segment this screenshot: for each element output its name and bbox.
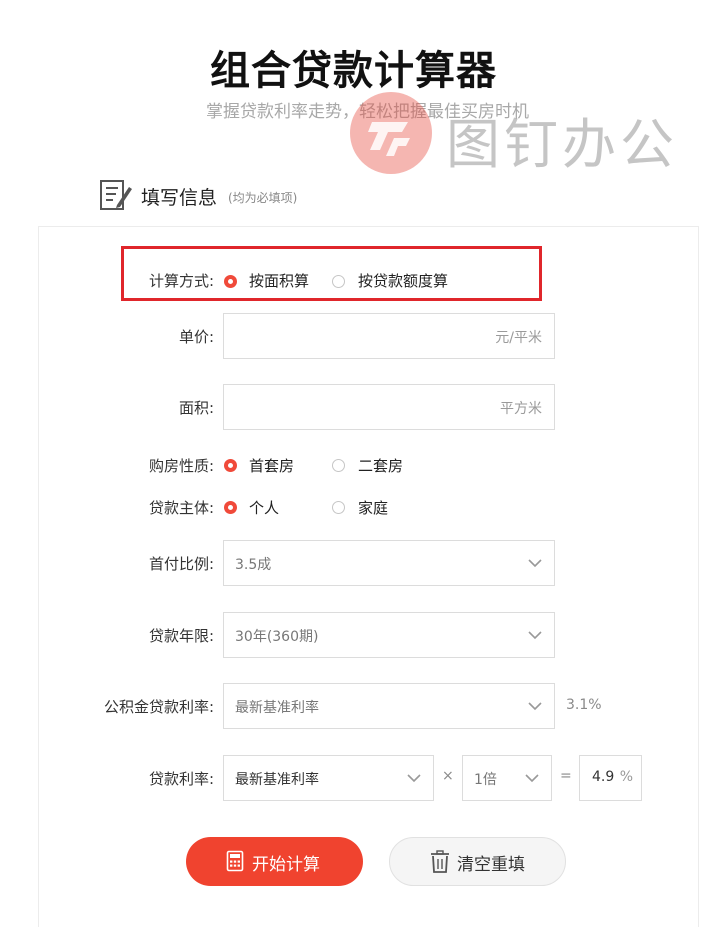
- equals-symbol: =: [560, 768, 572, 784]
- borrower-label: 贷款主体:: [148, 499, 214, 517]
- section-note: (均为必填项): [228, 191, 298, 205]
- watermark-logo-icon: [350, 92, 432, 174]
- chevron-down-icon: [407, 774, 421, 783]
- radio-by-area[interactable]: [224, 275, 237, 288]
- unit-price-label: 单价:: [178, 328, 214, 346]
- fund-rate-label: 公积金贷款利率:: [103, 698, 214, 716]
- loan-rate-result-value: 4.9: [592, 769, 615, 785]
- down-payment-value: 3.5成: [235, 557, 272, 573]
- watermark: 图钉办公: [350, 92, 700, 178]
- radio-first-home[interactable]: [224, 459, 237, 472]
- unit-price-suffix: 元/平米: [495, 330, 542, 346]
- watermark-text: 图钉办公: [446, 113, 678, 176]
- purchase-type-label: 购房性质:: [148, 457, 214, 475]
- times-symbol: ×: [442, 768, 454, 784]
- rate-multiplier-select[interactable]: 1倍: [462, 755, 552, 801]
- radio-by-loan-amount-label[interactable]: 按贷款额度算: [358, 270, 448, 291]
- calculate-button[interactable]: 开始计算: [186, 837, 363, 886]
- loan-term-label: 贷款年限:: [148, 627, 214, 645]
- area-input[interactable]: 平方米: [223, 384, 555, 430]
- unit-price-input[interactable]: 元/平米: [223, 313, 555, 359]
- chevron-down-icon: [525, 774, 539, 783]
- calculator-icon: [226, 850, 244, 872]
- radio-family-label[interactable]: 家庭: [358, 497, 388, 518]
- rate-multiplier-value: 1倍: [474, 772, 497, 788]
- chevron-down-icon: [528, 559, 542, 568]
- section-title: 填写信息: [141, 187, 218, 209]
- reset-button[interactable]: 清空重填: [389, 837, 566, 886]
- radio-individual[interactable]: [224, 501, 237, 514]
- down-payment-select[interactable]: 3.5成: [223, 540, 555, 586]
- trash-icon: [431, 850, 449, 873]
- calc-method-label: 计算方式:: [148, 272, 214, 290]
- chevron-down-icon: [528, 631, 542, 640]
- area-label: 面积:: [178, 399, 214, 417]
- radio-by-loan-amount[interactable]: [332, 275, 345, 288]
- loan-rate-select[interactable]: 最新基准利率: [223, 755, 434, 801]
- fund-rate-percent: 3.1%: [566, 697, 602, 713]
- calculate-button-label: 开始计算: [252, 855, 320, 875]
- reset-button-label: 清空重填: [457, 855, 525, 875]
- fund-rate-select[interactable]: 最新基准利率: [223, 683, 555, 729]
- area-suffix: 平方米: [500, 401, 542, 417]
- radio-by-area-label[interactable]: 按面积算: [249, 270, 309, 291]
- loan-rate-result-unit: %: [619, 769, 633, 785]
- radio-first-home-label[interactable]: 首套房: [249, 455, 294, 476]
- page-title: 组合贷款计算器: [210, 48, 497, 94]
- fund-rate-value: 最新基准利率: [235, 700, 319, 716]
- down-payment-label: 首付比例:: [148, 555, 214, 573]
- loan-term-value: 30年(360期): [235, 629, 319, 645]
- radio-family[interactable]: [332, 501, 345, 514]
- radio-second-home-label[interactable]: 二套房: [358, 455, 403, 476]
- radio-second-home[interactable]: [332, 459, 345, 472]
- chevron-down-icon: [528, 702, 542, 711]
- loan-rate-result-field[interactable]: 4.9 %: [579, 755, 642, 801]
- loan-term-select[interactable]: 30年(360期): [223, 612, 555, 658]
- loan-rate-label: 贷款利率:: [148, 770, 214, 788]
- loan-rate-value: 最新基准利率: [235, 772, 319, 788]
- edit-document-icon: [100, 180, 132, 210]
- radio-individual-label[interactable]: 个人: [249, 497, 279, 518]
